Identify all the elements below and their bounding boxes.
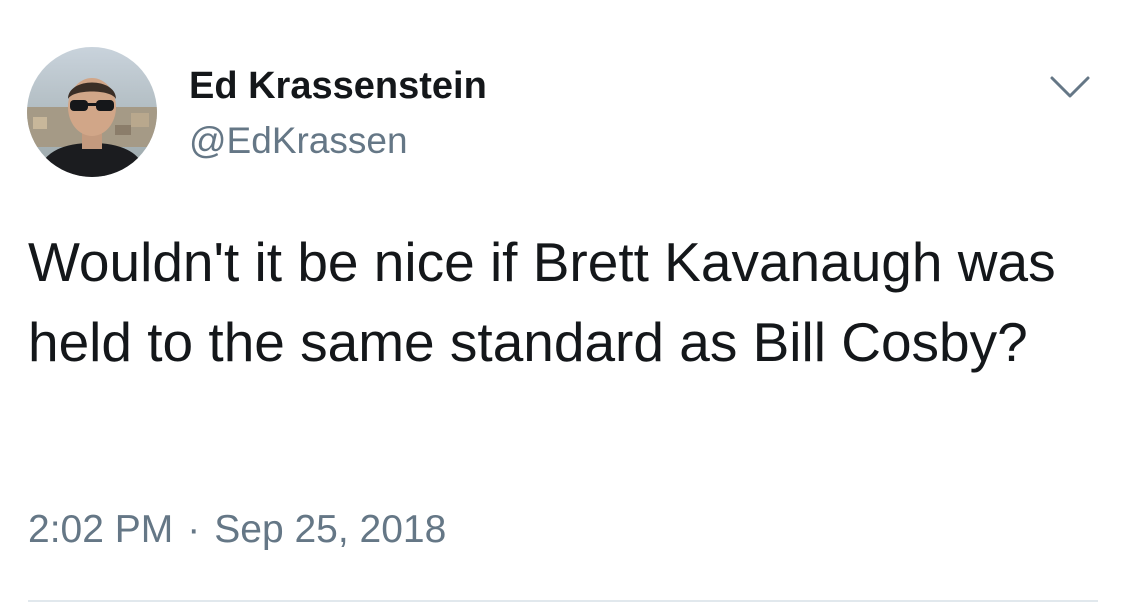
- divider: [28, 600, 1098, 602]
- tweet-date: Sep 25, 2018: [214, 508, 447, 551]
- author-display-name[interactable]: Ed Krassenstein: [189, 62, 487, 110]
- tweet-timestamp[interactable]: 2:02 PM · Sep 25, 2018: [28, 505, 446, 555]
- tweet-time: 2:02 PM: [28, 508, 174, 551]
- tweet-text: Wouldn't it be nice if Brett Kavanaugh w…: [28, 231, 1056, 373]
- author-handle[interactable]: @EdKrassen: [189, 118, 408, 164]
- avatar-image: [27, 47, 157, 177]
- tweet-card: Ed Krassenstein @EdKrassen Wouldn't it b…: [0, 0, 1125, 613]
- author-avatar[interactable]: [27, 47, 157, 177]
- chevron-down-icon[interactable]: [1045, 62, 1095, 112]
- timestamp-separator: ·: [187, 508, 201, 551]
